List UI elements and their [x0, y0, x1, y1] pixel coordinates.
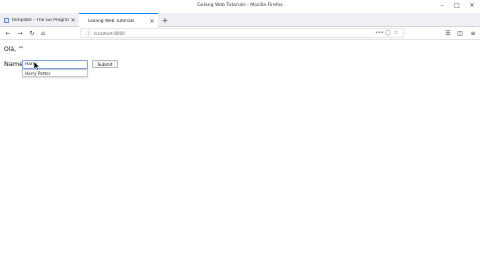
minimize-icon[interactable]: – [437, 2, 447, 10]
mouse-cursor-icon [34, 62, 40, 70]
autocomplete-option[interactable]: Harry Potter [25, 71, 50, 76]
url-bar[interactable]: ⓘ localhost:8000 ••• ◯ ☆ [80, 28, 404, 38]
hamburger-menu-icon[interactable]: ≡ [468, 28, 478, 39]
window-titlebar: Golang Web Tutorials - Mozilla Firefox –… [0, 0, 480, 13]
tab-label: template - The Go Program [12, 17, 69, 23]
autocomplete-dropdown: Harry Potter [22, 69, 88, 77]
star-icon[interactable]: ☆ [394, 30, 399, 36]
page-content: Olá, ™ Name Harry Potter Submit [0, 40, 480, 270]
close-tab-icon[interactable]: ✕ [69, 17, 77, 24]
new-tab-icon[interactable]: + [159, 13, 171, 27]
tab-strip: template - The Go Program ✕ Golang Web T… [0, 13, 480, 28]
tab-label: Golang Web Tutorials [88, 18, 135, 24]
window-title: Golang Web Tutorials - Mozilla Firefox [197, 3, 283, 8]
name-input[interactable] [22, 60, 88, 69]
submit-button[interactable]: Submit [92, 60, 118, 68]
tab-template[interactable]: template - The Go Program ✕ [0, 13, 79, 27]
close-tab-icon[interactable]: ✕ [148, 18, 156, 25]
home-icon[interactable]: ⌂ [38, 28, 48, 39]
close-window-icon[interactable]: ✕ [467, 2, 477, 10]
greeting-text: Olá, ™ [4, 46, 24, 53]
info-icon[interactable]: ⓘ [85, 30, 92, 37]
page-icon [4, 17, 9, 23]
pocket-icon[interactable]: ◯ [385, 30, 391, 36]
blank-favicon [82, 19, 85, 24]
sidebar-icon[interactable]: ◫ [455, 28, 465, 39]
forward-arrow-icon[interactable]: → [15, 28, 25, 39]
url-text[interactable]: localhost:8000 [94, 31, 125, 36]
page-actions-icon[interactable]: ••• [375, 30, 384, 36]
back-arrow-icon[interactable]: ← [3, 28, 13, 39]
tab-golang-web-tutorials[interactable]: Golang Web Tutorials ✕ [79, 13, 158, 28]
navigation-toolbar: ← → ↻ ⌂ ⓘ localhost:8000 ••• ◯ ☆ ☰ ◫ ≡ [0, 27, 480, 40]
maximize-icon[interactable]: □ [452, 2, 462, 10]
reload-icon[interactable]: ↻ [27, 28, 37, 39]
name-label: Name [4, 60, 24, 68]
library-icon[interactable]: ☰ [443, 28, 453, 39]
